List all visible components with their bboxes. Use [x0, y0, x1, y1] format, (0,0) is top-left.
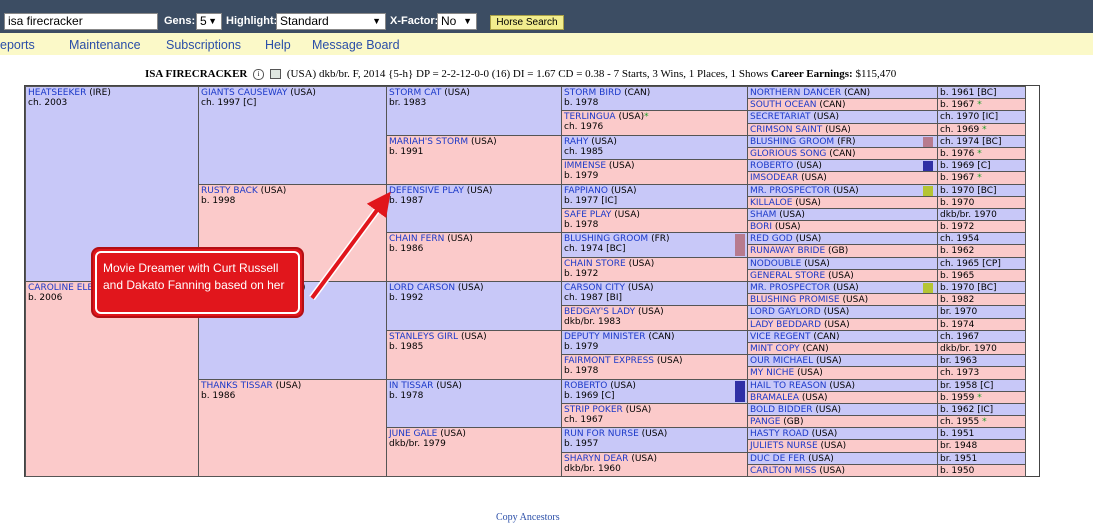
- copy-ancestors-link[interactable]: Copy Ancestors: [496, 512, 560, 523]
- callout-annotation: Movie Dreamer with Curt Russell and Daka…: [91, 247, 304, 318]
- callout-text: Movie Dreamer with Curt Russell and Daka…: [103, 261, 285, 292]
